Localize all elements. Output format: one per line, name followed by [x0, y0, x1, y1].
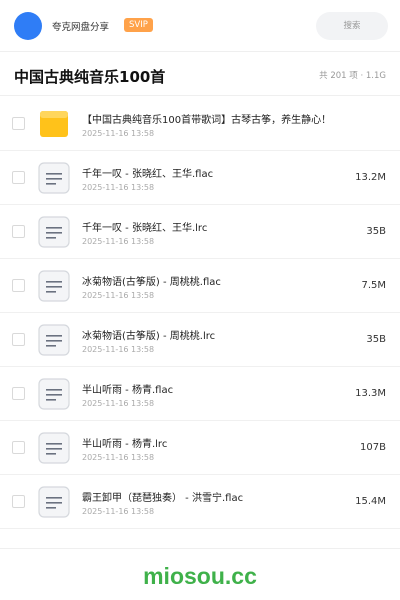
file-name[interactable]: 冰菊物语(古筝版) - 周桃桃.flac	[82, 273, 221, 288]
top-bar: 夸克网盘分享 SVIP 搜索	[0, 0, 400, 52]
site-logo[interactable]: miosou.cc	[0, 563, 400, 590]
file-date: 2025-11-16 13:58	[82, 237, 155, 246]
row-checkbox[interactable]	[12, 387, 25, 400]
svip-badge: SVIP	[124, 18, 153, 32]
file-size: 35B	[366, 334, 386, 345]
row-checkbox[interactable]	[12, 441, 25, 454]
file-size: 13.2M	[355, 172, 386, 183]
file-date: 2025-11-16 13:58	[82, 399, 155, 408]
row-checkbox[interactable]	[12, 333, 25, 346]
list-item[interactable]: 千年一叹 - 张晓红、王华.lrc 2025-11-16 13:58 35B	[0, 205, 400, 259]
file-date: 2025-11-16 13:58	[82, 345, 155, 354]
page-title: 中国古典纯音乐100首	[14, 68, 166, 86]
folder-summary: 共 201 项 · 1.1G	[319, 71, 386, 81]
folder-header: 中国古典纯音乐100首 共 201 项 · 1.1G	[0, 52, 400, 96]
list-item[interactable]: 冰菊物语(古筝版) - 周桃桃.flac 2025-11-16 13:58 7.…	[0, 259, 400, 313]
file-date: 2025-11-16 13:58	[82, 183, 155, 192]
search-input[interactable]: 搜索	[316, 12, 388, 40]
file-list: 【中国古典纯音乐100首带歌词】古琴古筝，养生静心！ 2025-11-16 13…	[0, 97, 400, 529]
list-item[interactable]: 霸王卸甲（琵琶独奏） - 洪雪宁.flac 2025-11-16 13:58 1…	[0, 475, 400, 529]
document-icon	[38, 162, 70, 194]
document-icon	[38, 270, 70, 302]
list-item[interactable]: 半山听雨 - 杨青.flac 2025-11-16 13:58 13.3M	[0, 367, 400, 421]
document-icon	[38, 486, 70, 518]
list-item[interactable]: 冰菊物语(古筝版) - 周桃桃.lrc 2025-11-16 13:58 35B	[0, 313, 400, 367]
row-checkbox[interactable]	[12, 225, 25, 238]
file-size: 107B	[360, 442, 386, 453]
file-size: 15.4M	[355, 496, 386, 507]
file-size: 35B	[366, 226, 386, 237]
list-item[interactable]: 千年一叹 - 张晓红、王华.flac 2025-11-16 13:58 13.2…	[0, 151, 400, 205]
document-icon	[38, 378, 70, 410]
file-date: 2025-11-16 13:58	[82, 507, 155, 516]
row-checkbox[interactable]	[12, 171, 25, 184]
file-name[interactable]: 千年一叹 - 张晓红、王华.lrc	[82, 219, 207, 234]
document-icon	[38, 432, 70, 464]
file-name[interactable]: 半山听雨 - 杨青.flac	[82, 381, 173, 396]
file-date: 2025-11-16 13:58	[82, 453, 155, 462]
file-name[interactable]: 霸王卸甲（琵琶独奏） - 洪雪宁.flac	[82, 489, 243, 504]
list-item[interactable]: 【中国古典纯音乐100首带歌词】古琴古筝，养生静心！ 2025-11-16 13…	[0, 97, 400, 151]
file-size: 13.3M	[355, 388, 386, 399]
file-name[interactable]: 【中国古典纯音乐100首带歌词】古琴古筝，养生静心！	[82, 111, 331, 126]
footer: miosou.cc	[0, 548, 400, 600]
folder-icon	[40, 111, 68, 137]
file-name[interactable]: 半山听雨 - 杨青.lrc	[82, 435, 167, 450]
row-checkbox[interactable]	[12, 495, 25, 508]
file-name[interactable]: 千年一叹 - 张晓红、王华.flac	[82, 165, 213, 180]
file-date: 2025-11-16 13:58	[82, 129, 155, 138]
document-icon	[38, 216, 70, 248]
document-icon	[38, 324, 70, 356]
file-name[interactable]: 冰菊物语(古筝版) - 周桃桃.lrc	[82, 327, 215, 342]
file-size: 7.5M	[361, 280, 386, 291]
list-item[interactable]: 半山听雨 - 杨青.lrc 2025-11-16 13:58 107B	[0, 421, 400, 475]
row-checkbox[interactable]	[12, 279, 25, 292]
row-checkbox[interactable]	[12, 117, 25, 130]
sharer-name[interactable]: 夸克网盘分享	[52, 19, 109, 33]
file-date: 2025-11-16 13:58	[82, 291, 155, 300]
avatar[interactable]	[14, 12, 42, 40]
